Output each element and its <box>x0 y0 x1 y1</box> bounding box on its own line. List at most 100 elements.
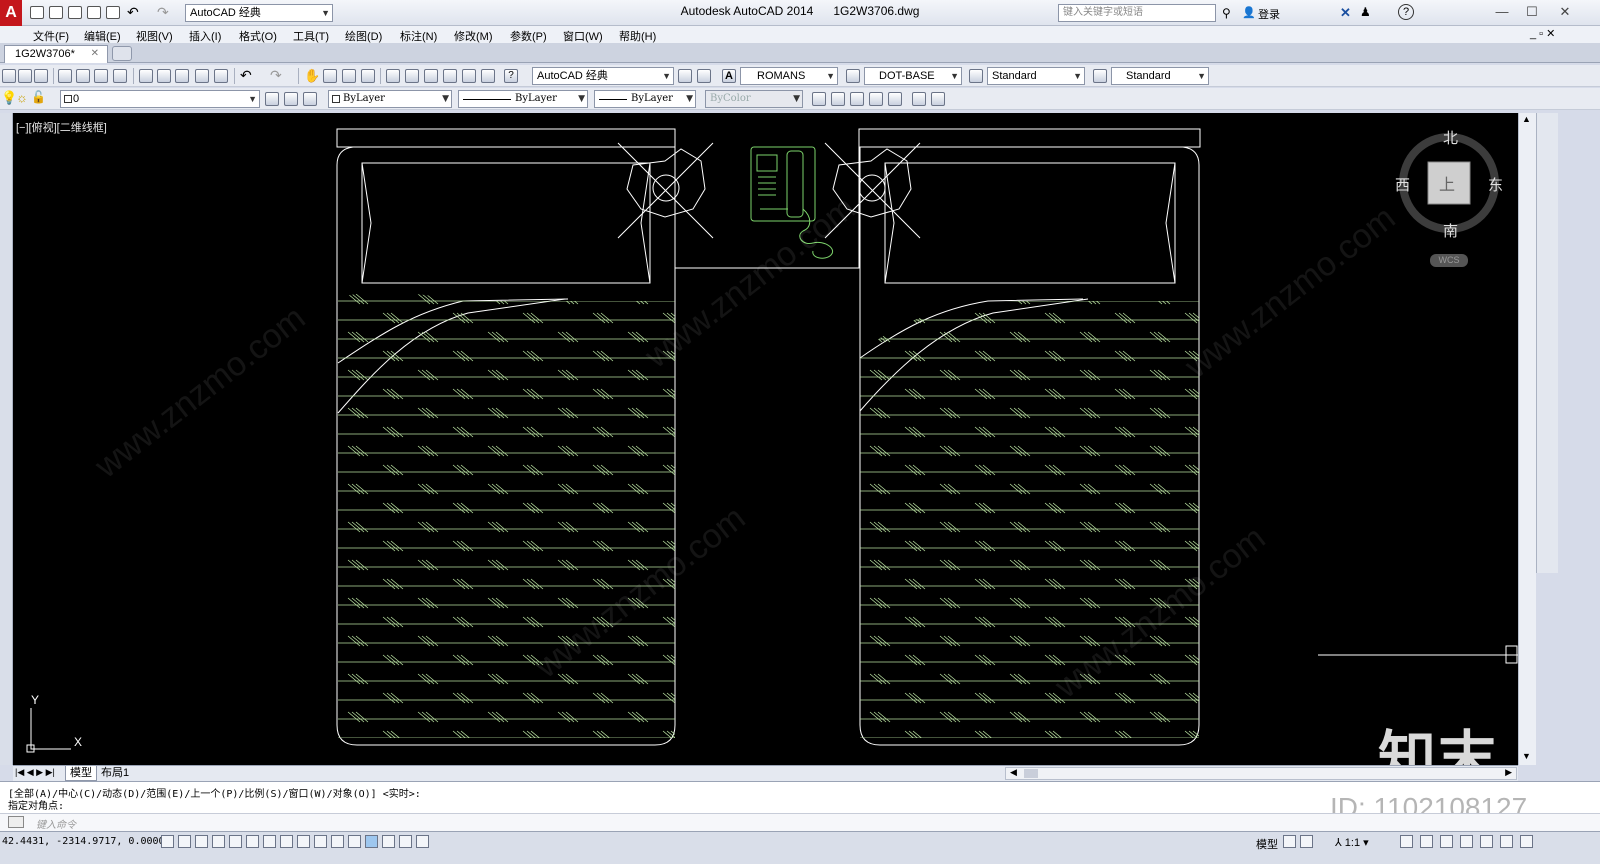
clean-screen-icon[interactable] <box>1520 835 1533 848</box>
selection-cycling-icon[interactable] <box>382 835 395 848</box>
infer-constraints-icon[interactable] <box>161 835 174 848</box>
markup-icon[interactable] <box>462 69 476 83</box>
view-icon-3[interactable] <box>850 92 864 106</box>
new-icon[interactable] <box>2 69 16 83</box>
pan-icon[interactable]: ✋ <box>304 68 320 84</box>
copy-icon[interactable] <box>157 69 171 83</box>
view-icon-2[interactable] <box>831 92 845 106</box>
lock-icon[interactable]: 🔓 <box>31 90 46 104</box>
dynamic-ucs-icon[interactable] <box>297 835 310 848</box>
cut-icon[interactable] <box>139 69 153 83</box>
search-input[interactable]: 键入关键字或短语 <box>1058 4 1216 22</box>
undo-icon[interactable]: ↶ <box>240 67 252 84</box>
scroll-left-icon[interactable]: ◀ <box>1010 767 1017 778</box>
transparency-icon[interactable] <box>348 835 361 848</box>
lineweight-icon[interactable] <box>331 835 344 848</box>
mleader-style-select[interactable]: Standard ▼ <box>1111 67 1209 85</box>
polar-tracking-icon[interactable] <box>229 835 242 848</box>
menu-help[interactable]: 帮助(H) <box>619 28 656 44</box>
paste-icon[interactable] <box>175 69 189 83</box>
annotation-visibility-icon[interactable] <box>1400 835 1413 848</box>
match-properties-icon[interactable] <box>195 69 209 83</box>
view-icon-4[interactable] <box>869 92 883 106</box>
drawing-canvas[interactable]: [−][俯视][二维线框] 北 南 东 西 上 WCS Y X www.znzm… <box>13 113 1518 765</box>
layer-select[interactable]: 0 ▼ <box>60 90 260 108</box>
view-icon-7[interactable] <box>931 92 945 106</box>
layer-properties-icon[interactable] <box>265 92 279 106</box>
table-style-select[interactable]: Standard ▼ <box>987 67 1085 85</box>
block-editor-icon[interactable] <box>214 69 228 83</box>
table-style-icon[interactable] <box>969 69 983 83</box>
menu-file[interactable]: 文件(F) <box>33 28 69 44</box>
document-tab[interactable]: 1G2W3706* ✕ <box>4 45 108 63</box>
color-select[interactable]: ByLayer ▼ <box>328 90 452 108</box>
binoculars-icon[interactable]: ⚲ <box>1222 6 1231 20</box>
doc-window-controls[interactable]: _ ▫ ✕ <box>1530 27 1555 40</box>
tab-nav-arrows[interactable]: |◀ ◀ ▶ ▶| <box>15 767 55 778</box>
exchange-icon[interactable]: ✕ <box>1340 5 1351 21</box>
dim-style-select[interactable]: DOT-BASE ▼ <box>864 67 962 85</box>
lineweight-select[interactable]: ByLayer ▼ <box>594 90 696 108</box>
workspace-combo[interactable]: AutoCAD 经典 ▼ <box>532 67 674 85</box>
redo-icon[interactable]: ↷ <box>270 67 282 84</box>
view-icon-5[interactable] <box>888 92 902 106</box>
plus-icon[interactable] <box>416 835 429 848</box>
design-center-icon[interactable] <box>405 69 419 83</box>
signin-icon[interactable]: ♟ <box>1360 5 1371 19</box>
object-snap-icon[interactable] <box>246 835 259 848</box>
isolate-objects-icon[interactable] <box>1480 835 1493 848</box>
menu-tools[interactable]: 工具(T) <box>293 28 329 44</box>
3d-osnap-icon[interactable] <box>263 835 276 848</box>
tab-layout1[interactable]: 布局1 <box>97 766 133 781</box>
plot-icon[interactable] <box>58 69 72 83</box>
minimize-button[interactable]: — <box>1487 2 1517 22</box>
quick-view-drawings-icon[interactable] <box>1300 835 1313 848</box>
viewcube-north[interactable]: 北 <box>1443 127 1458 148</box>
menu-edit[interactable]: 编辑(E) <box>84 28 121 44</box>
maximize-button[interactable]: ☐ <box>1517 2 1547 22</box>
sun-icon[interactable]: ☼ <box>16 90 28 105</box>
properties-icon[interactable] <box>386 69 400 83</box>
viewcube-south[interactable]: 南 <box>1443 220 1458 241</box>
lightbulb-icon[interactable]: 💡 <box>1 90 17 106</box>
workspace-switch-icon[interactable] <box>1420 835 1433 848</box>
scroll-right-icon[interactable]: ▶ <box>1505 767 1512 778</box>
command-icon[interactable] <box>8 816 24 828</box>
view-icon-1[interactable] <box>812 92 826 106</box>
zoom-realtime-icon[interactable] <box>323 69 337 83</box>
menu-parametric[interactable]: 参数(P) <box>510 28 547 44</box>
linetype-select[interactable]: ByLayer ▼ <box>458 90 588 108</box>
close-button[interactable]: ✕ <box>1550 2 1580 22</box>
model-space-toggle[interactable]: 模型 <box>1256 836 1278 852</box>
make-current-layer-icon[interactable] <box>284 92 298 106</box>
scroll-up-icon[interactable]: ▲ <box>1522 114 1531 124</box>
menu-format[interactable]: 格式(O) <box>239 28 277 44</box>
tab-model[interactable]: 模型 <box>65 766 97 781</box>
close-tab-icon[interactable]: ✕ <box>91 46 99 62</box>
menu-modify[interactable]: 修改(M) <box>454 28 493 44</box>
mleader-style-icon[interactable] <box>1093 69 1107 83</box>
grid-display-icon[interactable] <box>195 835 208 848</box>
layer-previous-icon[interactable] <box>303 92 317 106</box>
workspace-settings-icon[interactable] <box>678 69 692 83</box>
lock-ui-icon[interactable] <box>1440 835 1453 848</box>
object-snap-tracking-icon[interactable] <box>280 835 293 848</box>
vertical-scrollbar[interactable]: ▲ ▼ <box>1518 113 1536 765</box>
login-button[interactable]: 登录 <box>1258 6 1280 22</box>
sheet-set-icon[interactable] <box>443 69 457 83</box>
help-icon[interactable]: ? <box>504 69 518 83</box>
preview-icon[interactable] <box>76 69 90 83</box>
save-icon[interactable] <box>34 69 48 83</box>
scroll-thumb[interactable] <box>1024 769 1038 778</box>
calculator-icon[interactable] <box>481 69 495 83</box>
plotstyle-select[interactable]: ByColor ▼ <box>705 90 803 108</box>
tool-palettes-icon[interactable] <box>424 69 438 83</box>
user-icon[interactable]: 👤 <box>1242 6 1256 19</box>
hardware-acceleration-icon[interactable] <box>1460 835 1473 848</box>
ortho-mode-icon[interactable] <box>212 835 225 848</box>
dim-style-icon[interactable] <box>846 69 860 83</box>
zoom-window-icon[interactable] <box>342 69 356 83</box>
wcs-menu[interactable]: WCS <box>1430 254 1468 267</box>
workspace-save-icon[interactable] <box>697 69 711 83</box>
publish-icon[interactable] <box>94 69 108 83</box>
